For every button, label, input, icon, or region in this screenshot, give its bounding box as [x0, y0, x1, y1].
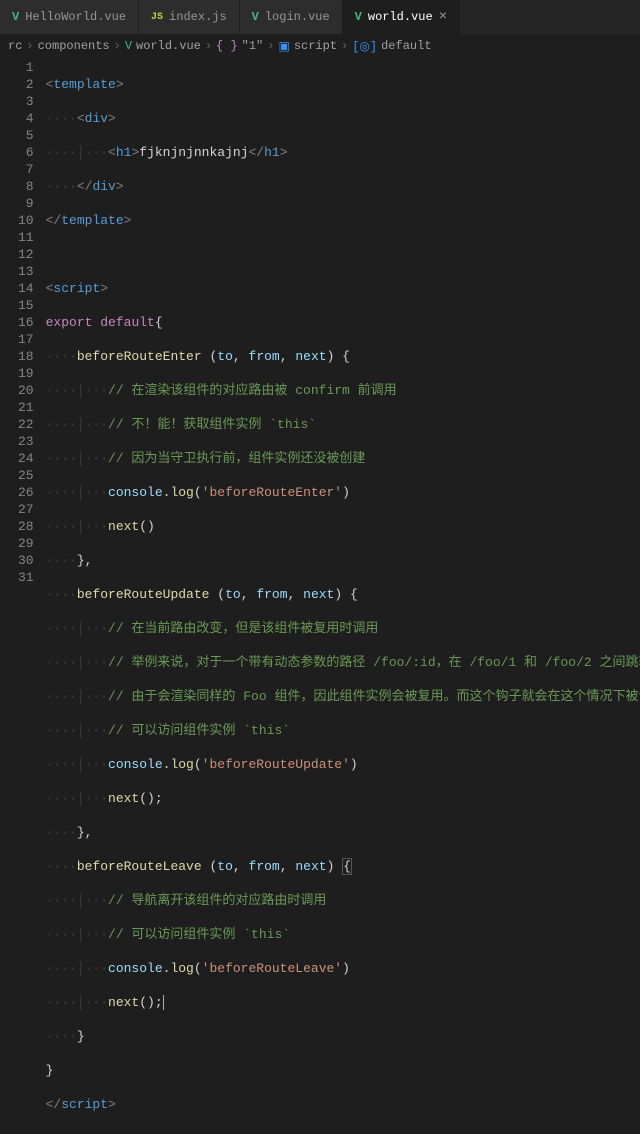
code-line: ····│···// 在渲染该组件的对应路由被 confirm 前调用: [46, 382, 640, 399]
code-line: ····│···console.log('beforeRouteEnter'): [46, 484, 640, 501]
tab-bar: V HelloWorld.vue JS index.js V login.vue…: [0, 0, 640, 35]
line-number: 30: [18, 552, 34, 569]
line-number: 22: [18, 416, 34, 433]
line-number: 18: [18, 348, 34, 365]
code-line: ····│···// 因为当守卫执行前，组件实例还没被创建: [46, 450, 640, 467]
code-line: ····│···console.log('beforeRouteUpdate'): [46, 756, 640, 773]
line-number: 20: [18, 382, 34, 399]
code-line: <template>: [46, 76, 640, 93]
code-line: ····│···next();: [46, 994, 640, 1011]
line-number: 6: [18, 144, 34, 161]
bracket-icon: [◎]: [352, 39, 377, 54]
breadcrumb-seg: world.vue: [136, 39, 201, 53]
code-line: ····│···// 在当前路由改变，但是该组件被复用时调用: [46, 620, 640, 637]
breadcrumb-seg: components: [38, 39, 110, 53]
line-number: 23: [18, 433, 34, 450]
code-line: ····},: [46, 824, 640, 841]
js-icon: JS: [151, 12, 163, 23]
code-line: </template>: [46, 212, 640, 229]
line-number: 24: [18, 450, 34, 467]
vue-icon: V: [12, 10, 19, 24]
vue-icon: V: [252, 10, 259, 24]
code-line: ····│···next();: [46, 790, 640, 807]
cursor-icon: [163, 995, 164, 1010]
breadcrumb-seg: rc: [8, 39, 22, 53]
line-number: 28: [18, 518, 34, 535]
chevron-right-icon: ›: [114, 39, 121, 53]
line-gutter: 1 2 3 4 5 6 7 8 9 10 11 12 13 14 15 16 1…: [0, 57, 46, 1134]
line-number: 7: [18, 161, 34, 178]
code-line: ····},: [46, 552, 640, 569]
line-number: 2: [18, 76, 34, 93]
code-line: <script>: [46, 280, 640, 297]
code-line: ····│···// 可以访问组件实例 `this`: [46, 926, 640, 943]
code-line: ····│···<h1>fjknjnjnnkajnj</h1>: [46, 144, 640, 161]
code-line: ····beforeRouteUpdate (to, from, next) {: [46, 586, 640, 603]
code-line: ····│···// 举例来说，对于一个带有动态参数的路径 /foo/:id，在…: [46, 654, 640, 671]
breadcrumb-seg: default: [381, 39, 431, 53]
line-number: 27: [18, 501, 34, 518]
line-number: 25: [18, 467, 34, 484]
line-number: 21: [18, 399, 34, 416]
close-icon[interactable]: ×: [439, 9, 447, 25]
code-line: }: [46, 1062, 640, 1079]
tab-label: login.vue: [265, 10, 330, 24]
code-line: ····beforeRouteLeave (to, from, next) {: [46, 858, 640, 875]
code-line: export default{: [46, 314, 640, 331]
code-line: ····│···// 不！能！获取组件实例 `this`: [46, 416, 640, 433]
tab-label: world.vue: [368, 10, 433, 24]
line-number: 26: [18, 484, 34, 501]
brace-icon: { }: [216, 39, 238, 53]
line-number: 5: [18, 127, 34, 144]
code-line: ····│···next(): [46, 518, 640, 535]
code-editor[interactable]: 1 2 3 4 5 6 7 8 9 10 11 12 13 14 15 16 1…: [0, 57, 640, 1134]
chevron-right-icon: ›: [267, 39, 274, 53]
code-line: ····beforeRouteEnter (to, from, next) {: [46, 348, 640, 365]
tab-world[interactable]: V world.vue ×: [343, 0, 460, 34]
chevron-right-icon: ›: [341, 39, 348, 53]
breadcrumb-seg: script: [294, 39, 337, 53]
vue-icon: V: [355, 10, 362, 24]
line-number: 3: [18, 93, 34, 110]
line-number: 31: [18, 569, 34, 586]
code-line: ····<div>: [46, 110, 640, 127]
line-number: 16: [18, 314, 34, 331]
chevron-right-icon: ›: [205, 39, 212, 53]
line-number: 15: [18, 297, 34, 314]
line-number: 12: [18, 246, 34, 263]
line-number: 29: [18, 535, 34, 552]
code-line: ····}: [46, 1028, 640, 1045]
line-number: 17: [18, 331, 34, 348]
tab-helloworld[interactable]: V HelloWorld.vue: [0, 0, 139, 34]
tab-label: index.js: [169, 10, 227, 24]
line-number: 13: [18, 263, 34, 280]
breadcrumb[interactable]: rc › components › V world.vue › { } "1" …: [0, 35, 640, 57]
line-number: 19: [18, 365, 34, 382]
line-number: 11: [18, 229, 34, 246]
line-number: 8: [18, 178, 34, 195]
code-line: [46, 246, 640, 263]
line-number: 14: [18, 280, 34, 297]
box-icon: ▣: [278, 39, 289, 54]
code-line: ····│···// 导航离开该组件的对应路由时调用: [46, 892, 640, 909]
tab-login[interactable]: V login.vue: [240, 0, 343, 34]
tab-label: HelloWorld.vue: [25, 10, 126, 24]
line-number: 1: [18, 59, 34, 76]
code-line: ····│···// 可以访问组件实例 `this`: [46, 722, 640, 739]
code-line: ····│···// 由于会渲染同样的 Foo 组件，因此组件实例会被复用。而这…: [46, 688, 640, 705]
breadcrumb-seg: "1": [242, 39, 264, 53]
vue-icon: V: [125, 39, 132, 53]
line-number: 10: [18, 212, 34, 229]
code-line: ····│···console.log('beforeRouteLeave'): [46, 960, 640, 977]
line-number: 4: [18, 110, 34, 127]
code-line: ····</div>: [46, 178, 640, 195]
line-number: 9: [18, 195, 34, 212]
chevron-right-icon: ›: [26, 39, 33, 53]
tab-indexjs[interactable]: JS index.js: [139, 0, 240, 34]
code-area[interactable]: <template> ····<div> ····│···<h1>fjknjnj…: [46, 57, 640, 1134]
code-line: </script>: [46, 1096, 640, 1113]
